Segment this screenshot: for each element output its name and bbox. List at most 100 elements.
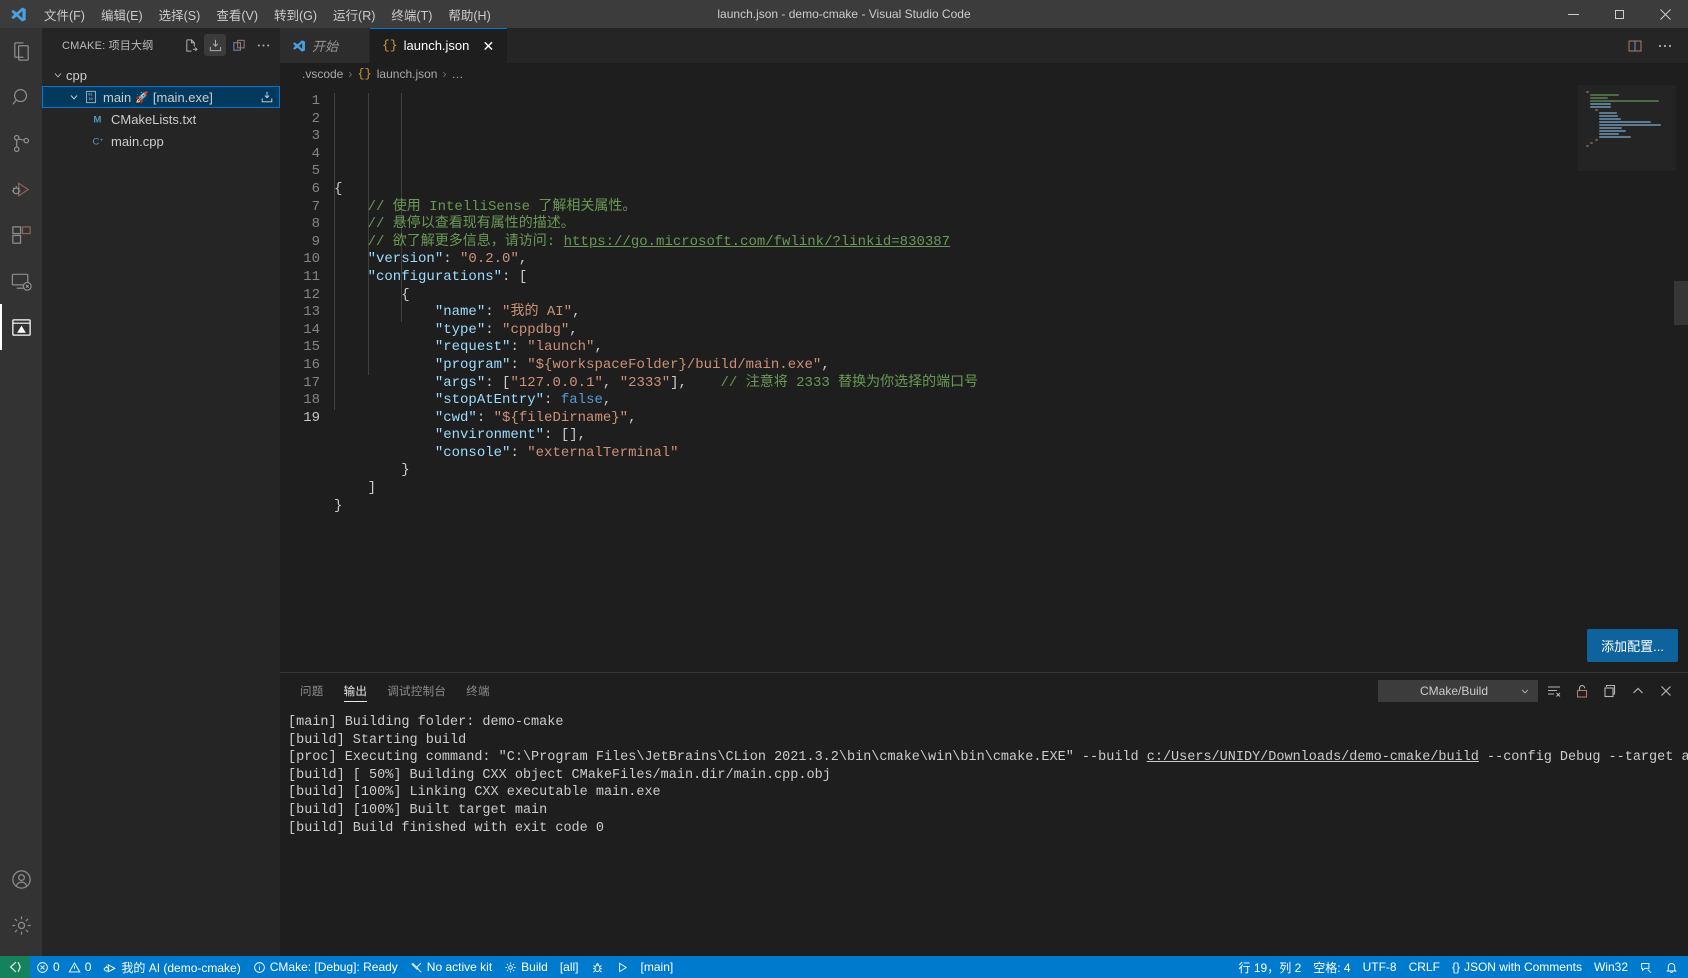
code-line[interactable]: "args": ["127.0.0.1", "2333"], // 注意将 23…: [334, 375, 1578, 393]
chevron-up-icon[interactable]: [1626, 679, 1650, 703]
cmake-icon[interactable]: [0, 304, 42, 350]
code-line[interactable]: }: [334, 462, 1578, 480]
launch-status[interactable]: [610, 956, 635, 978]
open-in-new-window-icon[interactable]: [1598, 679, 1622, 703]
tab-welcome[interactable]: 开始: [280, 28, 370, 63]
menu-edit[interactable]: 编辑(E): [93, 0, 151, 28]
code-line[interactable]: ]: [334, 480, 1578, 498]
menu-file[interactable]: 文件(F): [36, 0, 93, 28]
output-channel-select[interactable]: CMake/Build: [1378, 679, 1538, 702]
close-icon[interactable]: [1654, 679, 1678, 703]
output-log[interactable]: [main] Building folder: demo-cmake [build…: [280, 708, 1688, 956]
menu-selection[interactable]: 选择(S): [151, 0, 209, 28]
output-link[interactable]: c:/Users/UNIDY/Downloads/demo-cmake/buil…: [1147, 750, 1479, 765]
menu-goto[interactable]: 转到(G): [266, 0, 325, 28]
search-icon[interactable]: [0, 74, 42, 120]
cmake-status[interactable]: CMake: [Debug]: Ready: [247, 956, 404, 978]
panel-tab-debug-console[interactable]: 调试控制台: [387, 673, 446, 708]
launch-target-status[interactable]: [main]: [635, 956, 680, 978]
extensions-icon[interactable]: [0, 212, 42, 258]
code-line[interactable]: "configurations": [: [334, 269, 1578, 287]
editor-vertical-scrollbar[interactable]: [1674, 85, 1688, 672]
code-line[interactable]: "type": "cppdbg",: [334, 322, 1578, 340]
configure-all-projects-icon[interactable]: [180, 34, 202, 56]
unlock-icon[interactable]: [1570, 679, 1594, 703]
close-window-button[interactable]: [1642, 0, 1688, 28]
code-line[interactable]: "stopAtEntry": false,: [334, 392, 1578, 410]
kit-status[interactable]: No active kit: [404, 956, 498, 978]
code-content[interactable]: { // 使用 IntelliSense 了解相关属性。 // 悬停以查看现有属…: [334, 85, 1578, 672]
code-line[interactable]: {: [334, 287, 1578, 305]
minimize-button[interactable]: [1550, 0, 1596, 28]
debug-status[interactable]: [585, 956, 610, 978]
maximize-button[interactable]: [1596, 0, 1642, 28]
code-line[interactable]: "environment": [],: [334, 427, 1578, 445]
menu-view[interactable]: 查看(V): [208, 0, 266, 28]
code-line[interactable]: "console": "externalTerminal": [334, 445, 1578, 463]
code-line[interactable]: "cwd": "${fileDirname}",: [334, 410, 1578, 428]
clear-output-icon[interactable]: [1542, 679, 1566, 703]
tree-item-cmakelists[interactable]: M CMakeLists.txt: [42, 108, 280, 130]
code-line[interactable]: // 使用 IntelliSense 了解相关属性。: [334, 199, 1578, 217]
indentation-status[interactable]: 空格: 4: [1307, 956, 1356, 978]
code-editor[interactable]: 1 2 3 4 5 6 7 8 9 10 11 12 13 14 15 16 17 18 19 { // 使用 In…: [280, 85, 1688, 672]
split-editor-icon[interactable]: [1622, 33, 1648, 59]
run-and-debug-icon[interactable]: [0, 166, 42, 212]
code-line[interactable]: {: [334, 181, 1578, 199]
problems-status[interactable]: 0 0: [30, 956, 97, 978]
breadcrumb-file[interactable]: launch.json: [377, 67, 438, 81]
more-actions-icon[interactable]: [1652, 33, 1678, 59]
tab-close-icon[interactable]: ✕: [479, 37, 497, 55]
code-line[interactable]: // 欲了解更多信息，请访问: https://go.microsoft.com…: [334, 234, 1578, 252]
minimap-slider[interactable]: [1578, 85, 1676, 171]
encoding-status[interactable]: UTF-8: [1357, 956, 1403, 978]
add-configuration-button[interactable]: 添加配置...: [1587, 629, 1678, 662]
output-line: [proc] Executing command: "C:\Program Fi…: [288, 749, 1688, 767]
source-control-icon[interactable]: [0, 120, 42, 166]
build-status[interactable]: Build: [498, 956, 554, 978]
gear-icon[interactable]: [0, 902, 42, 948]
remote-window-icon[interactable]: [0, 956, 30, 978]
panel-tab-terminal[interactable]: 终端: [466, 673, 490, 708]
code-line[interactable]: "version": "0.2.0",: [334, 251, 1578, 269]
minimap[interactable]: [1578, 85, 1688, 672]
code-line[interactable]: // 悬停以查看现有属性的描述。: [334, 216, 1578, 234]
notifications-status[interactable]: [1659, 956, 1688, 978]
feedback-status[interactable]: [1634, 956, 1659, 978]
platform-status[interactable]: Win32: [1588, 956, 1634, 978]
more-actions-icon[interactable]: [252, 34, 274, 56]
code-line[interactable]: "request": "launch",: [334, 339, 1578, 357]
clean-rebuild-icon[interactable]: [228, 34, 250, 56]
code-token-link[interactable]: https://go.microsoft.com/fwlink/?linkid=…: [564, 234, 950, 250]
account-icon[interactable]: [0, 856, 42, 902]
menu-terminal[interactable]: 终端(T): [383, 0, 440, 28]
tab-launch-json[interactable]: {} launch.json ✕: [370, 28, 509, 63]
panel-tab-output[interactable]: 输出: [343, 673, 368, 708]
code-line[interactable]: "name": "我的 AI",: [334, 304, 1578, 322]
debug-config-status[interactable]: 我的 AI (demo-cmake): [97, 956, 246, 978]
tree-item-main-target[interactable]: 01 10 main 🚀 [main.exe]: [42, 86, 280, 108]
panel-tab-problems[interactable]: 问题: [300, 673, 324, 708]
tree-item-cpp[interactable]: cpp: [42, 64, 280, 86]
language-mode-status[interactable]: {} JSON with Comments: [1446, 956, 1588, 978]
cursor-position-status[interactable]: 行 19，列 2: [1233, 956, 1308, 978]
code-token-key: "args": [334, 374, 486, 391]
editor-tabs: 开始 {} launch.json ✕: [280, 28, 1688, 63]
line-number: 16: [303, 356, 320, 373]
code-line[interactable]: }: [334, 498, 1578, 516]
tree-item-main-cpp[interactable]: C + main.cpp: [42, 130, 280, 152]
breadcrumb-folder[interactable]: .vscode: [302, 67, 343, 81]
output-channel-value: CMake/Build: [1419, 683, 1489, 698]
build-all-projects-icon[interactable]: [204, 34, 226, 56]
build-target-status[interactable]: [all]: [554, 956, 585, 978]
eol-status[interactable]: CRLF: [1403, 956, 1446, 978]
explorer-icon[interactable]: [0, 28, 42, 74]
build-target-icon[interactable]: [260, 90, 274, 104]
breadcrumb-separator: ›: [348, 67, 353, 81]
scrollbar-thumb[interactable]: [1674, 281, 1688, 325]
code-line[interactable]: "program": "${workspaceFolder}/build/mai…: [334, 357, 1578, 375]
menu-run[interactable]: 运行(R): [325, 0, 383, 28]
menu-help[interactable]: 帮助(H): [440, 0, 498, 28]
remote-explorer-icon[interactable]: [0, 258, 42, 304]
breadcrumb-symbol[interactable]: …: [451, 67, 463, 81]
